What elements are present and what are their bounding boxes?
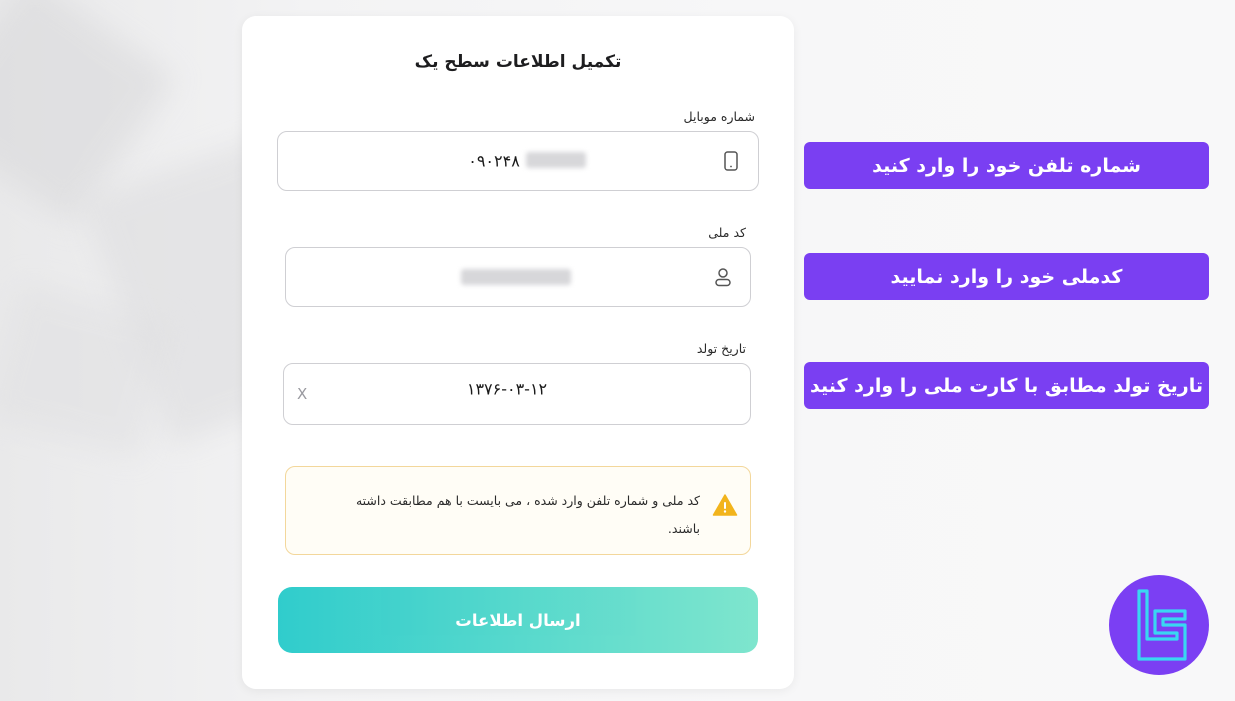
warning-text: کد ملی و شماره تلفن وارد شده ، می بایست … xyxy=(355,493,700,536)
warning-icon xyxy=(712,493,738,517)
birth-date-label: تاریخ تولد xyxy=(696,341,746,356)
national-code-input[interactable] xyxy=(285,247,751,307)
redacted-mobile-digits xyxy=(526,152,586,168)
mobile-input[interactable]: ۰۹۰۲۴۸ xyxy=(277,131,759,191)
birth-date-input[interactable]: X ۱۳۷۶-۰۳-۱۲ xyxy=(283,363,751,425)
warning-alert: کد ملی و شماره تلفن وارد شده ، می بایست … xyxy=(285,466,751,555)
birth-date-value: ۱۳۷۶-۰۳-۱۲ xyxy=(466,379,548,399)
form-title: تکمیل اطلاعات سطح یک xyxy=(414,52,622,72)
mobile-icon xyxy=(720,150,742,172)
mobile-label: شماره موبایل xyxy=(683,109,755,124)
brand-logo-icon xyxy=(1109,575,1209,675)
submit-button[interactable]: ارسال اطلاعات xyxy=(278,587,758,653)
mobile-value: ۰۹۰۲۴۸ xyxy=(468,151,520,171)
hint-national-code: کدملی خود را وارد نمایید xyxy=(804,253,1209,300)
hint-mobile: شماره تلفن خود را وارد کنید xyxy=(804,142,1209,189)
kyc-form-card: تکمیل اطلاعات سطح یک شماره موبایل ۰۹۰۲۴۸… xyxy=(242,16,794,689)
user-icon xyxy=(712,266,734,288)
hint-birth-date: تاریخ تولد مطابق با کارت ملی را وارد کنی… xyxy=(804,362,1209,409)
redacted-national-code xyxy=(461,269,571,285)
national-code-label: کد ملی xyxy=(708,225,746,240)
